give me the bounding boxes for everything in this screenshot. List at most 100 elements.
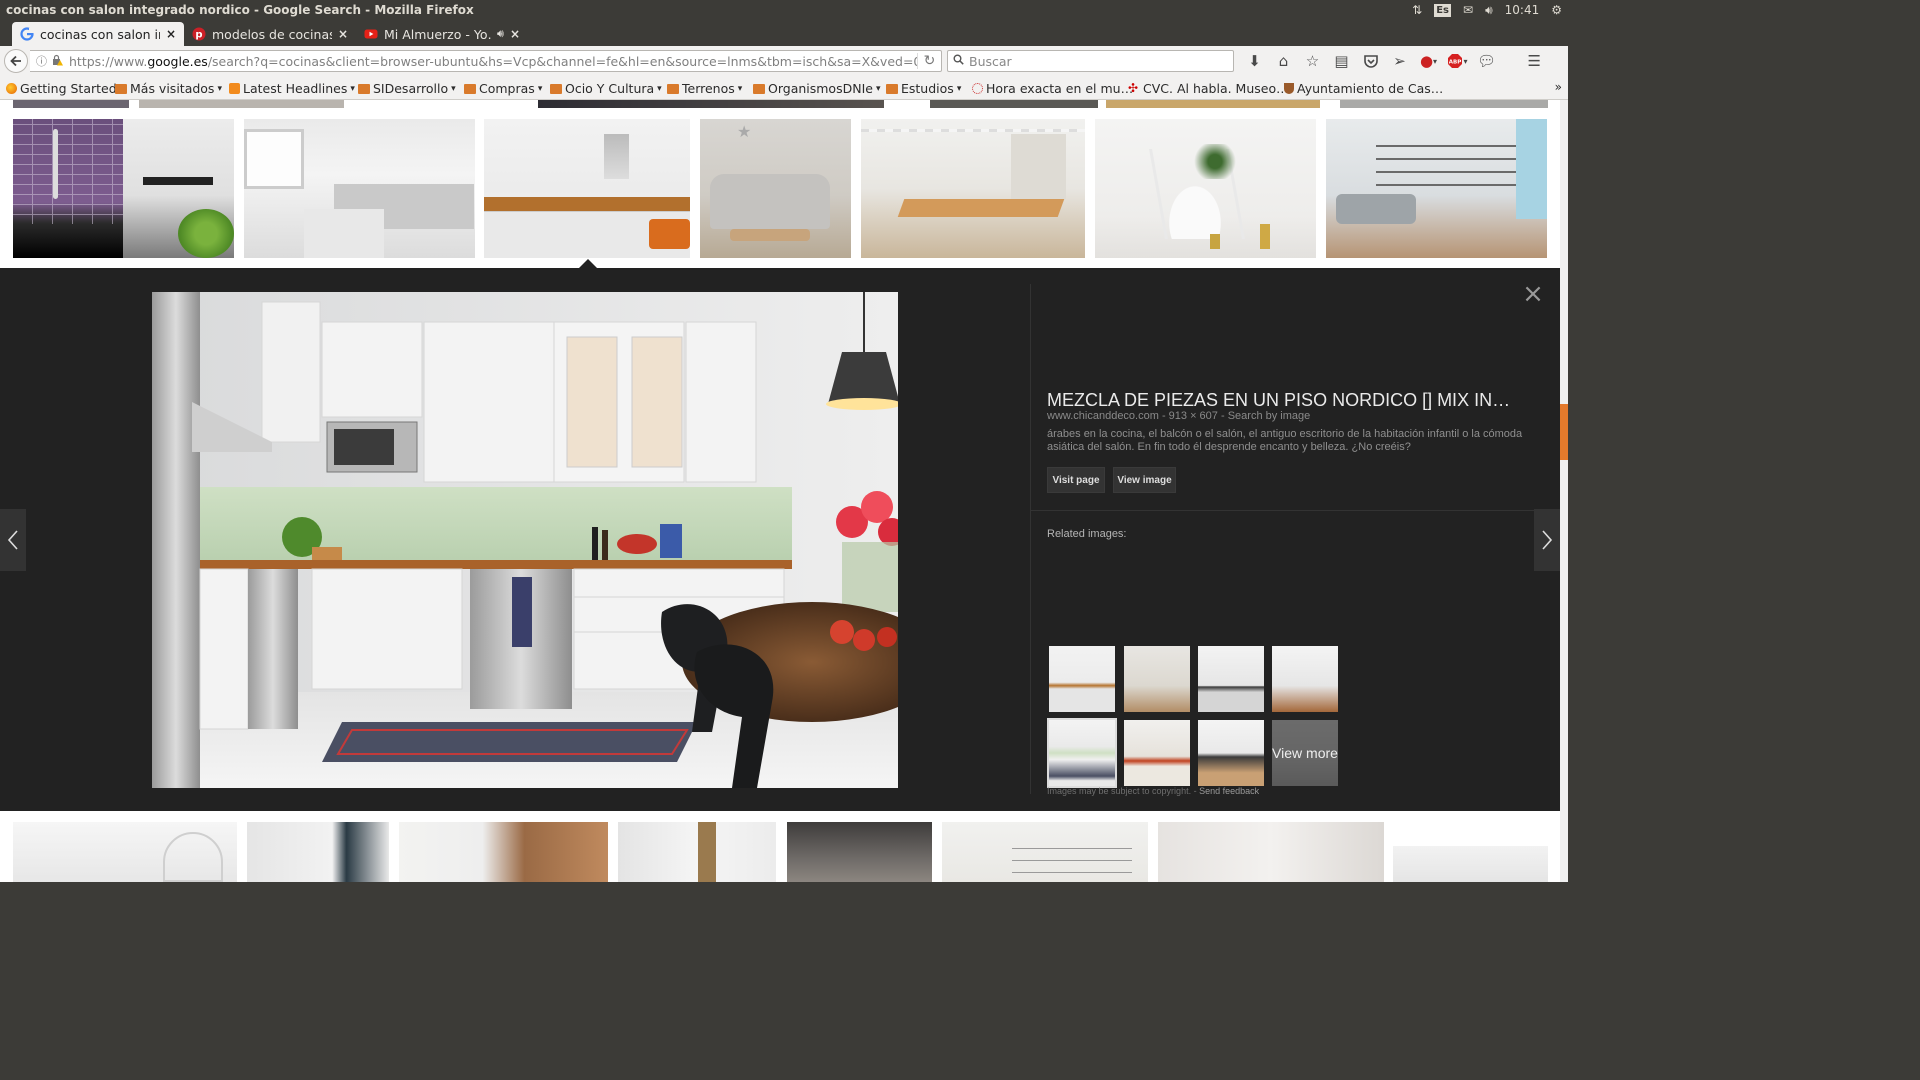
result-thumbnail[interactable] (244, 119, 475, 258)
previous-image-button[interactable] (0, 509, 26, 571)
search-box[interactable]: Buscar (947, 50, 1234, 72)
copyright-note: Images may be subject to copyright. - Se… (1047, 786, 1260, 796)
result-thumbnail[interactable] (13, 822, 237, 882)
related-image-thumbnail[interactable] (1198, 720, 1264, 786)
send-feedback-link[interactable]: Send feedback (1199, 786, 1259, 796)
result-thumbnail[interactable] (13, 100, 129, 108)
result-thumbnail[interactable] (861, 119, 1085, 258)
bookmark-hora-exacta[interactable]: Hora exacta en el mu… (972, 81, 1133, 96)
result-thumbnail[interactable] (1340, 100, 1548, 108)
system-tray: ⇅ Es ✉ 🔊︎ 10:41 ⚙ (1412, 2, 1562, 18)
related-image-thumbnail[interactable] (1049, 646, 1115, 712)
result-thumbnail[interactable] (1393, 846, 1548, 882)
result-thumbnail[interactable] (1326, 119, 1547, 258)
result-thumbnail[interactable] (942, 822, 1148, 882)
bookmark-folder-sidesarrollo[interactable]: SIDesarrollo ▾ (358, 81, 456, 96)
view-image-button[interactable]: View image (1113, 467, 1176, 493)
bookmark-getting-started[interactable]: Getting Started (6, 81, 117, 96)
url-prefix: https://www. (69, 53, 148, 69)
folder-icon (667, 83, 679, 94)
result-thumbnail[interactable] (139, 100, 344, 108)
ladybug-addon-icon[interactable]: ● ▾ (1414, 52, 1443, 70)
close-preview-icon[interactable]: × (1522, 281, 1544, 307)
result-thumbnail[interactable] (247, 822, 389, 882)
result-thumbnail[interactable] (13, 119, 123, 258)
close-tab-icon[interactable]: × (338, 27, 348, 41)
result-thumbnail[interactable] (538, 100, 884, 108)
audio-playing-icon[interactable]: 🔊︎ (497, 27, 504, 41)
bookmark-folder-terrenos[interactable]: Terrenos ▾ (667, 81, 742, 96)
bookmark-star-icon[interactable]: ☆ (1298, 52, 1327, 70)
menu-hamburger-icon[interactable]: ☰ (1501, 52, 1541, 70)
next-image-button[interactable] (1534, 509, 1560, 571)
adblock-plus-icon[interactable]: ABP ▾ (1443, 52, 1472, 70)
view-more-label: View more (1272, 720, 1338, 786)
preview-title[interactable]: MEZCLA DE PIEZAS EN UN PISO NORDICO [] M… (1047, 390, 1517, 411)
preview-image[interactable] (152, 292, 898, 788)
bookmark-folder-ocio-y-cultura[interactable]: Ocio Y Cultura ▾ (550, 81, 662, 96)
result-thumbnail[interactable] (1095, 119, 1316, 258)
result-thumbnail[interactable] (930, 100, 1098, 108)
meta-separator: - (1217, 410, 1228, 422)
selected-caret (579, 259, 597, 268)
page-scrollbar[interactable] (1560, 100, 1568, 882)
bookmark-ayuntamiento[interactable]: Ayuntamiento de Cas… (1284, 81, 1443, 96)
scrollbar-thumb[interactable] (1560, 404, 1568, 460)
bookmark-label: Más visitados (130, 81, 215, 96)
related-image-thumbnail[interactable] (1272, 646, 1338, 712)
info-icon[interactable]: ⓘ (36, 53, 47, 69)
result-thumbnail[interactable] (1106, 100, 1320, 108)
bookmark-cvc[interactable]: ✣ CVC. Al habla. Museo… (1128, 81, 1289, 96)
crest-icon (1284, 83, 1294, 94)
gear-icon[interactable]: ⚙ (1551, 3, 1562, 17)
result-thumbnail[interactable]: ★ (700, 119, 851, 258)
folder-icon (358, 83, 370, 94)
home-icon[interactable]: ⌂ (1269, 52, 1298, 70)
search-placeholder: Buscar (969, 53, 1012, 69)
toolbar-icons: ⬇ ⌂ ☆ ▤ ➢ ● ▾ ABP ▾ 💬︎ ☰ (1240, 52, 1541, 70)
visit-page-button[interactable]: Visit page (1047, 467, 1105, 493)
chat-icon[interactable]: 💬︎ (1472, 52, 1501, 70)
bookmark-latest-headlines[interactable]: Latest Headlines ▾ (229, 81, 355, 96)
related-view-more[interactable]: View more (1272, 720, 1338, 786)
network-transfer-icon[interactable]: ⇅ (1412, 3, 1422, 17)
mail-icon[interactable]: ✉ (1463, 3, 1473, 17)
preview-source[interactable]: www.chicanddeco.com (1047, 410, 1159, 422)
related-image-thumbnail[interactable] (1124, 646, 1190, 712)
search-by-image-link[interactable]: Search by image (1228, 410, 1311, 422)
tab-label: modelos de cocinas … (212, 26, 332, 42)
result-thumbnail[interactable] (123, 119, 234, 258)
reload-icon[interactable]: ↻ (917, 53, 941, 69)
related-image-thumbnail[interactable] (1198, 646, 1264, 712)
url-bar[interactable]: ⓘ https://www.google.es/search?q=cocinas… (30, 50, 942, 72)
keyboard-layout-indicator[interactable]: Es (1434, 3, 1452, 17)
related-image-thumbnail-selected[interactable] (1047, 718, 1117, 788)
tab-youtube[interactable]: Mi Almuerzo - Yo… 🔊︎ × (356, 22, 528, 46)
pocket-icon[interactable] (1356, 52, 1385, 70)
bookmark-folder-estudios[interactable]: Estudios ▾ (886, 81, 961, 96)
tab-google-search[interactable]: cocinas con salon in… × (12, 22, 184, 46)
related-image-thumbnail[interactable] (1124, 720, 1190, 786)
back-button[interactable] (4, 49, 28, 73)
close-tab-icon[interactable]: × (166, 27, 176, 41)
lock-warning-icon[interactable] (51, 54, 63, 69)
bookmark-folder-organismosdnie[interactable]: OrganismosDNIe ▾ (753, 81, 880, 96)
tab-pinterest[interactable]: p modelos de cocinas … × (184, 22, 356, 46)
result-thumbnail[interactable] (618, 822, 776, 882)
bookmark-folder-mas-visitados[interactable]: Más visitados ▾ (115, 81, 222, 96)
firefox-window: cocinas con salon integrado nordico - Go… (0, 0, 1568, 882)
more-bookmarks-chevron-icon[interactable]: » (1555, 80, 1562, 94)
result-thumbnail[interactable] (399, 822, 608, 882)
close-tab-icon[interactable]: × (510, 27, 520, 41)
download-icon[interactable]: ⬇ (1240, 52, 1269, 70)
clock[interactable]: 10:41 (1505, 3, 1540, 17)
url-text[interactable]: https://www.google.es/search?q=cocinas&c… (69, 54, 917, 69)
result-thumbnail[interactable] (1158, 822, 1384, 882)
volume-icon[interactable]: 🔊︎ (1485, 3, 1493, 18)
bookmark-folder-compras[interactable]: Compras ▾ (464, 81, 542, 96)
send-icon[interactable]: ➢ (1385, 52, 1414, 70)
result-thumbnail[interactable] (787, 822, 932, 882)
result-thumbnail[interactable] (484, 119, 690, 258)
chevron-right-icon (1542, 530, 1553, 550)
reading-list-icon[interactable]: ▤ (1327, 52, 1356, 70)
